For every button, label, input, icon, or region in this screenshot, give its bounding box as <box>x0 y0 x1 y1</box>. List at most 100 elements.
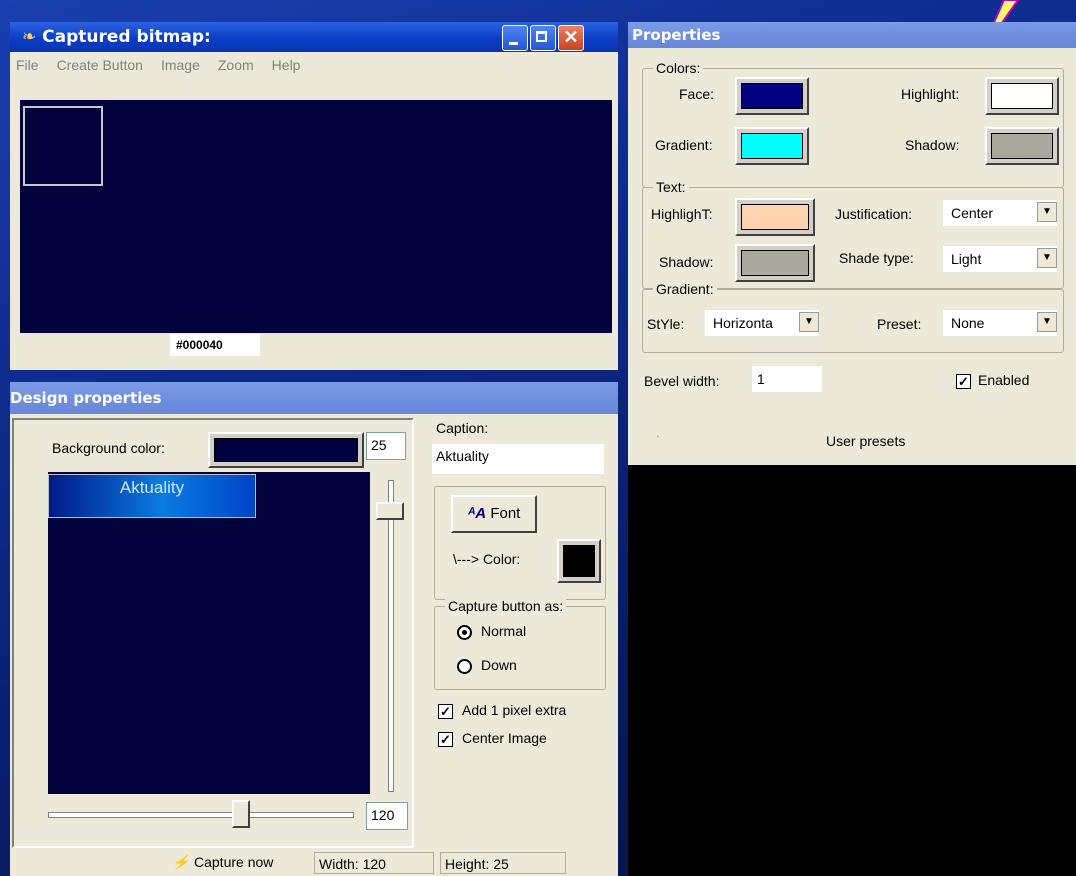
shade-type-value: Light <box>951 251 982 267</box>
enabled-checkbox[interactable]: ✓ <box>956 374 971 389</box>
button-preview-canvas: Aktuality <box>48 472 370 794</box>
properties-panel: Properties Colors: Face: Highlight: Grad… <box>628 22 1076 465</box>
minimize-icon <box>509 42 518 45</box>
face-label-text: Face: <box>679 86 715 102</box>
background-color-swatch[interactable] <box>208 432 364 468</box>
colors-legend: Colors: <box>653 60 704 76</box>
shadow-color-swatch[interactable] <box>985 127 1059 165</box>
center-image-checkbox[interactable]: ✓ <box>438 732 453 747</box>
close-button[interactable]: ✕ <box>558 25 584 51</box>
add-pixel-checkbox[interactable]: ✓ <box>438 704 453 719</box>
design-area: Background color: 25 Aktuality 120 <box>12 418 414 848</box>
preset-value: None <box>951 315 985 331</box>
face-color-swatch[interactable] <box>735 77 809 115</box>
text-highlight-fill <box>741 204 809 230</box>
highlight-color-swatch[interactable] <box>985 77 1059 115</box>
width-slider-thumb[interactable] <box>232 800 250 828</box>
add-pixel-label: Add 1 pixel extra <box>462 702 567 718</box>
shade-type-select[interactable]: Light ▼ <box>943 246 1057 272</box>
highlight-color-fill <box>991 83 1053 109</box>
user-presets-icon: ◔ <box>654 432 661 443</box>
normal-label: Normal <box>481 623 527 639</box>
font-color-label: \---> Color: <box>453 551 521 567</box>
capture-as-legend: Capture button as: <box>445 598 567 614</box>
gradient-color-fill <box>741 133 803 159</box>
bevel-width-input[interactable]: 1 <box>752 366 822 392</box>
height-slider-thumb[interactable] <box>376 502 404 520</box>
minimize-button[interactable] <box>502 25 528 51</box>
height-input[interactable]: 25 <box>366 432 406 460</box>
down-label: Down <box>481 657 517 673</box>
font-button[interactable]: ᴬA Font <box>451 495 537 533</box>
caption-input[interactable]: Aktuality <box>432 444 604 474</box>
background-color-label: Background color: <box>52 440 165 456</box>
text-group: Text: HighlighT: Justification: Center ▼… <box>642 179 1064 289</box>
status-bar: ⚡ Capture now Width: 120 Height: 25 <box>10 850 618 876</box>
status-height: Height: 25 <box>440 852 566 874</box>
preview-button[interactable]: Aktuality <box>48 474 256 518</box>
normal-radio[interactable] <box>457 625 472 640</box>
text-legend: Text: <box>653 179 689 195</box>
height-slider-track <box>388 480 394 792</box>
selection-rectangle[interactable] <box>23 106 103 186</box>
menu-file[interactable]: File <box>16 57 39 73</box>
down-radio[interactable] <box>457 659 472 674</box>
user-presets-button[interactable]: User presets <box>826 433 905 449</box>
menu-image[interactable]: Image <box>161 57 200 73</box>
style-select[interactable]: Horizonta ▼ <box>705 310 819 336</box>
colors-group: Colors: Face: Highlight: Gradient: Shado… <box>642 60 1064 188</box>
capture-as-group: Capture button as: Normal Down <box>434 598 606 690</box>
capture-now-button[interactable]: Capture now <box>194 854 273 870</box>
text-shadow-label: Shadow: <box>659 254 714 270</box>
menu-bar: File Create Button Image Zoom Help <box>10 52 618 78</box>
style-value: Horizonta <box>713 315 773 331</box>
font-icon: ᴬA <box>467 505 487 522</box>
preset-select[interactable]: None ▼ <box>943 310 1057 336</box>
design-properties-titlebar[interactable]: Design properties <box>10 382 618 414</box>
center-image-label: Center Image <box>462 730 547 746</box>
caption-label: Caption: <box>436 420 489 436</box>
font-group: ᴬA Font \---> Color: <box>434 486 606 600</box>
captured-bitmap-window: ❧ Captured bitmap: ✕ File Create Button Im… <box>10 22 618 370</box>
gradient-color-swatch[interactable] <box>735 127 809 165</box>
face-color-fill <box>741 83 803 109</box>
chevron-down-icon[interactable]: ▼ <box>1037 248 1057 268</box>
face-label: Face: <box>679 86 714 102</box>
menu-create-button[interactable]: Create Button <box>57 57 143 73</box>
chevron-down-icon[interactable]: ▼ <box>1037 202 1057 222</box>
app-icon: ❧ <box>22 27 37 47</box>
color-value-field: #000040 <box>170 334 260 356</box>
text-highlight-swatch[interactable] <box>735 198 815 236</box>
justification-label: Justification: <box>835 206 913 222</box>
text-highlight-label: HighlighT: <box>651 206 713 222</box>
gradient-label: Gradient: <box>655 137 713 153</box>
style-label: StYle: <box>647 316 685 332</box>
status-width: Width: 120 <box>314 852 434 874</box>
shadow-color-fill <box>991 133 1053 159</box>
maximize-icon <box>536 31 547 42</box>
chevron-down-icon[interactable]: ▼ <box>1037 312 1057 332</box>
close-icon: ✕ <box>563 27 579 47</box>
menu-help[interactable]: Help <box>272 57 301 73</box>
font-color-fill <box>563 545 595 577</box>
chevron-down-icon[interactable]: ▼ <box>799 312 819 332</box>
capture-icon: ⚡ <box>172 854 190 870</box>
preset-label: Preset: <box>877 316 922 332</box>
font-button-label: Font <box>490 505 521 522</box>
properties-titlebar[interactable]: Properties <box>628 22 1076 48</box>
window-title: Captured bitmap: <box>42 27 211 47</box>
black-area <box>628 465 1076 876</box>
text-shadow-swatch[interactable] <box>735 244 815 282</box>
gradient-group: Gradient: StYle: Horizonta ▼ Preset: Non… <box>642 281 1064 353</box>
menu-zoom[interactable]: Zoom <box>218 57 254 73</box>
justification-select[interactable]: Center ▼ <box>943 200 1057 226</box>
font-color-swatch[interactable] <box>557 539 601 583</box>
enabled-label: Enabled <box>978 372 1030 388</box>
width-input[interactable]: 120 <box>366 802 408 830</box>
shadow-label: Shadow: <box>905 137 960 153</box>
design-properties-window: Design properties Background color: 25 A… <box>10 382 618 876</box>
text-shadow-fill <box>741 250 809 276</box>
maximize-button[interactable] <box>530 25 556 51</box>
bitmap-canvas[interactable] <box>20 100 612 333</box>
bevel-width-label: Bevel width: <box>644 373 720 389</box>
